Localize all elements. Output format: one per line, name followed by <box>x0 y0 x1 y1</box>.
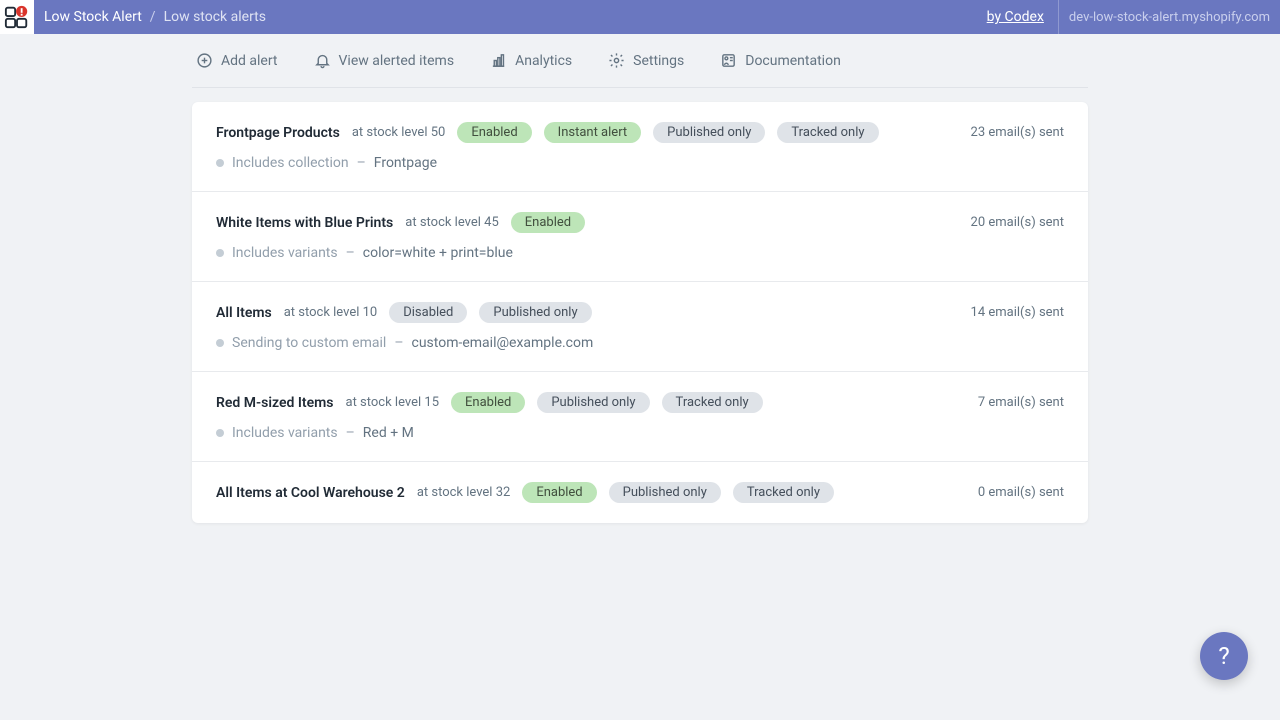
box-alert-icon <box>4 4 30 30</box>
bullet-icon <box>216 249 224 257</box>
status-badge-published: Published only <box>653 122 765 143</box>
documentation-button[interactable]: Documentation <box>720 52 841 69</box>
emails-sent: 0 email(s) sent <box>978 485 1064 500</box>
breadcrumb: Low Stock Alert / Low stock alerts <box>44 9 266 25</box>
detail-label: Includes collection <box>232 155 349 171</box>
plus-circle-icon <box>196 52 213 69</box>
bullet-icon <box>216 429 224 437</box>
question-mark-icon: ? <box>1218 642 1229 670</box>
detail-value: custom-email@example.com <box>412 335 594 351</box>
alert-title: Frontpage Products <box>216 125 340 141</box>
status-badge-enabled: Enabled <box>511 212 585 233</box>
detail-label: Includes variants <box>232 245 338 261</box>
bar-chart-icon <box>490 52 507 69</box>
detail-sep: – <box>346 245 355 261</box>
gear-icon <box>608 52 625 69</box>
toolbar: Add alert View alerted items Analytics S… <box>192 52 1088 88</box>
bell-icon <box>314 52 331 69</box>
alert-title: All Items at Cool Warehouse 2 <box>216 485 405 501</box>
emails-sent: 23 email(s) sent <box>971 125 1064 140</box>
status-badge-tracked: Tracked only <box>777 122 878 143</box>
analytics-button[interactable]: Analytics <box>490 52 572 69</box>
view-alerted-label: View alerted items <box>339 53 455 69</box>
stock-level: at stock level 10 <box>284 305 378 320</box>
analytics-label: Analytics <box>515 53 572 69</box>
status-badge-published: Published only <box>479 302 591 323</box>
alerts-card: Frontpage Products at stock level 50 Ena… <box>192 102 1088 523</box>
add-alert-label: Add alert <box>221 53 278 69</box>
app-logo[interactable] <box>0 0 34 34</box>
stock-level: at stock level 15 <box>346 395 440 410</box>
status-badge-published: Published only <box>537 392 649 413</box>
alert-row[interactable]: All Items at stock level 10 Disabled Pub… <box>192 282 1088 372</box>
stock-level: at stock level 45 <box>405 215 499 230</box>
bullet-icon <box>216 159 224 167</box>
vendor-link[interactable]: by Codex <box>973 9 1058 25</box>
book-icon <box>720 52 737 69</box>
alert-row[interactable]: Red M-sized Items at stock level 15 Enab… <box>192 372 1088 462</box>
view-alerted-items-button[interactable]: View alerted items <box>314 52 455 69</box>
detail-value: color=white + print=blue <box>363 245 513 261</box>
stock-level: at stock level 50 <box>352 125 446 140</box>
status-badge-tracked: Tracked only <box>662 392 763 413</box>
status-badge-tracked: Tracked only <box>733 482 834 503</box>
settings-button[interactable]: Settings <box>608 52 684 69</box>
detail-sep: – <box>346 425 355 441</box>
detail-label: Includes variants <box>232 425 338 441</box>
emails-sent: 20 email(s) sent <box>971 215 1064 230</box>
alert-row[interactable]: White Items with Blue Prints at stock le… <box>192 192 1088 282</box>
breadcrumb-app-link[interactable]: Low Stock Alert <box>44 9 142 25</box>
stock-level: at stock level 32 <box>417 485 511 500</box>
emails-sent: 14 email(s) sent <box>971 305 1064 320</box>
status-badge-disabled: Disabled <box>389 302 467 323</box>
emails-sent: 7 email(s) sent <box>978 395 1064 410</box>
alert-title: Red M-sized Items <box>216 395 334 411</box>
status-badge-enabled: Enabled <box>457 122 531 143</box>
topbar: Low Stock Alert / Low stock alerts by Co… <box>0 0 1280 34</box>
status-badge-published: Published only <box>609 482 721 503</box>
detail-value: Frontpage <box>374 155 437 171</box>
status-badge-instant: Instant alert <box>544 122 642 143</box>
add-alert-button[interactable]: Add alert <box>196 52 278 69</box>
status-badge-enabled: Enabled <box>451 392 525 413</box>
detail-sep: – <box>394 335 403 351</box>
page-content: Add alert View alerted items Analytics S… <box>192 34 1088 523</box>
alert-title: White Items with Blue Prints <box>216 215 393 231</box>
detail-label: Sending to custom email <box>232 335 386 351</box>
breadcrumb-current: Low stock alerts <box>164 9 266 25</box>
bullet-icon <box>216 339 224 347</box>
alert-row[interactable]: All Items at Cool Warehouse 2 at stock l… <box>192 462 1088 523</box>
documentation-label: Documentation <box>745 53 841 69</box>
shop-domain: dev-low-stock-alert.myshopify.com <box>1059 10 1280 25</box>
settings-label: Settings <box>633 53 684 69</box>
alert-row[interactable]: Frontpage Products at stock level 50 Ena… <box>192 102 1088 192</box>
detail-value: Red + M <box>363 425 414 441</box>
detail-sep: – <box>357 155 366 171</box>
topbar-right: by Codex dev-low-stock-alert.myshopify.c… <box>973 0 1280 34</box>
alert-title: All Items <box>216 305 272 321</box>
help-fab[interactable]: ? <box>1200 632 1248 680</box>
breadcrumb-sep: / <box>150 9 156 25</box>
status-badge-enabled: Enabled <box>522 482 596 503</box>
